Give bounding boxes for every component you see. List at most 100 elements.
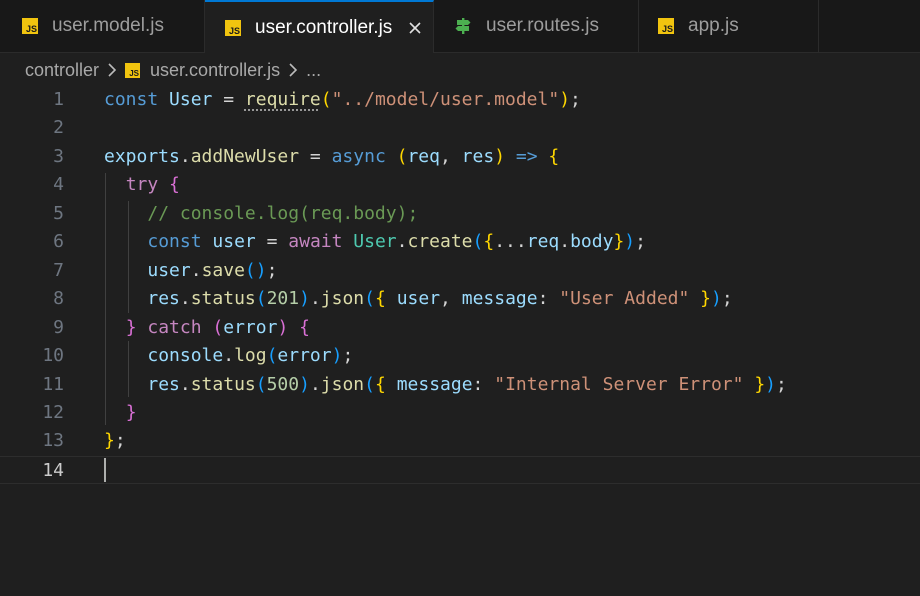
code-line: 13 }; — [0, 427, 920, 455]
token: ( — [396, 146, 408, 167]
token: { — [548, 146, 560, 167]
close-tab-icon[interactable] — [406, 19, 424, 37]
token: . — [179, 288, 191, 309]
token: const — [104, 89, 159, 110]
token: ) — [299, 288, 310, 309]
editor-tab-bar: JS user.model.js JS user.controller.js u… — [0, 0, 920, 53]
line-number: 3 — [53, 146, 64, 167]
token: } — [104, 430, 115, 451]
token: addNewUser — [190, 146, 300, 167]
token: : — [537, 288, 560, 309]
token: ( — [364, 288, 375, 309]
token: error — [277, 345, 332, 366]
token: . — [559, 231, 571, 252]
token: { — [375, 288, 386, 309]
token: create — [407, 231, 473, 252]
tab-label: app.js — [688, 15, 739, 36]
token: { — [483, 231, 495, 252]
code-editor[interactable]: 1 const User = require ( "../model/user.mo… — [0, 86, 920, 596]
token: catch — [147, 317, 202, 338]
token: . — [396, 231, 408, 252]
token: ) — [765, 374, 777, 395]
line-number: 7 — [53, 260, 64, 281]
breadcrumb-folder[interactable]: controller — [25, 60, 99, 81]
token: ; — [342, 345, 354, 366]
token: ) — [711, 288, 722, 309]
token: ; — [635, 231, 646, 252]
tab-user-controller[interactable]: JS user.controller.js — [205, 0, 434, 53]
token: user — [212, 231, 256, 252]
token: User — [169, 89, 213, 110]
line-number: 2 — [53, 117, 64, 138]
token: = — [299, 146, 332, 167]
code-line: 10 console.log(error); — [0, 342, 920, 370]
breadcrumb-file[interactable]: user.controller.js — [150, 60, 280, 81]
line-number: 11 — [42, 374, 64, 395]
token: await — [288, 231, 343, 252]
token: => — [515, 146, 538, 167]
tab-user-routes[interactable]: user.routes.js — [434, 0, 639, 52]
token: "../model/user.model" — [331, 89, 560, 110]
token: , — [439, 146, 462, 167]
token: ) — [494, 146, 506, 167]
token: res — [147, 288, 180, 309]
code-line: 2 — [0, 114, 920, 142]
token: : — [472, 374, 495, 395]
tab-app[interactable]: JS app.js — [639, 0, 819, 52]
code-line: 7 user.save(); — [0, 257, 920, 285]
line-number: 10 — [42, 345, 64, 366]
token: req — [407, 146, 440, 167]
token: json — [320, 288, 365, 309]
token: } — [613, 231, 625, 252]
breadcrumb-symbols[interactable]: ... — [306, 60, 321, 81]
code-text: res.status(201).json({ user, message: "U… — [104, 285, 732, 313]
token: require — [244, 89, 321, 110]
javascript-file-icon: JS — [125, 62, 141, 78]
code-line: 11 res.status(500).json({ message: "Inte… — [0, 371, 920, 399]
tab-user-model[interactable]: JS user.model.js — [0, 0, 205, 52]
token: ; — [776, 374, 787, 395]
token: User — [353, 231, 397, 252]
token: user — [147, 260, 191, 281]
token: error — [223, 317, 278, 338]
line-number: 5 — [53, 203, 64, 224]
token: ; — [114, 430, 126, 451]
code-line: 9 } catch (error) { — [0, 314, 920, 342]
code-text: console.log(error); — [104, 342, 353, 370]
code-text: user.save(); — [104, 257, 277, 285]
current-code-line: 14 — [0, 456, 920, 484]
code-text: } — [104, 399, 137, 427]
token: req — [526, 231, 560, 252]
code-line: 4 try { — [0, 171, 920, 199]
token: = — [212, 89, 245, 110]
token: ( — [266, 345, 278, 366]
tab-label: user.model.js — [52, 15, 164, 36]
token: exports — [104, 146, 180, 167]
token: async — [331, 146, 386, 167]
token: . — [179, 374, 191, 395]
code-line: 3 exports.addNewUser = async (req, res) … — [0, 143, 920, 171]
code-text: }; — [104, 427, 126, 455]
token: ( — [472, 231, 484, 252]
code-text: res.status(500).json({ message: "Interna… — [104, 371, 787, 399]
code-text: try { — [104, 171, 180, 199]
token: save — [201, 260, 245, 281]
javascript-file-icon: JS — [22, 18, 38, 34]
tab-label: user.controller.js — [255, 16, 393, 38]
token: ) — [559, 89, 571, 110]
token: ) — [331, 345, 343, 366]
token: () — [244, 260, 267, 281]
token: . — [309, 288, 321, 309]
token: ( — [255, 374, 267, 395]
code-text: exports.addNewUser = async (req, res) =>… — [104, 143, 559, 171]
line-number: 1 — [53, 89, 64, 110]
line-number: 14 — [42, 460, 64, 481]
line-number: 9 — [53, 317, 64, 338]
token: { — [375, 374, 386, 395]
token: body — [570, 231, 614, 252]
token: json — [320, 374, 365, 395]
line-number: 6 — [53, 231, 64, 252]
code-line: 12 } — [0, 399, 920, 427]
chevron-right-icon — [289, 63, 298, 77]
token: ) — [624, 231, 636, 252]
